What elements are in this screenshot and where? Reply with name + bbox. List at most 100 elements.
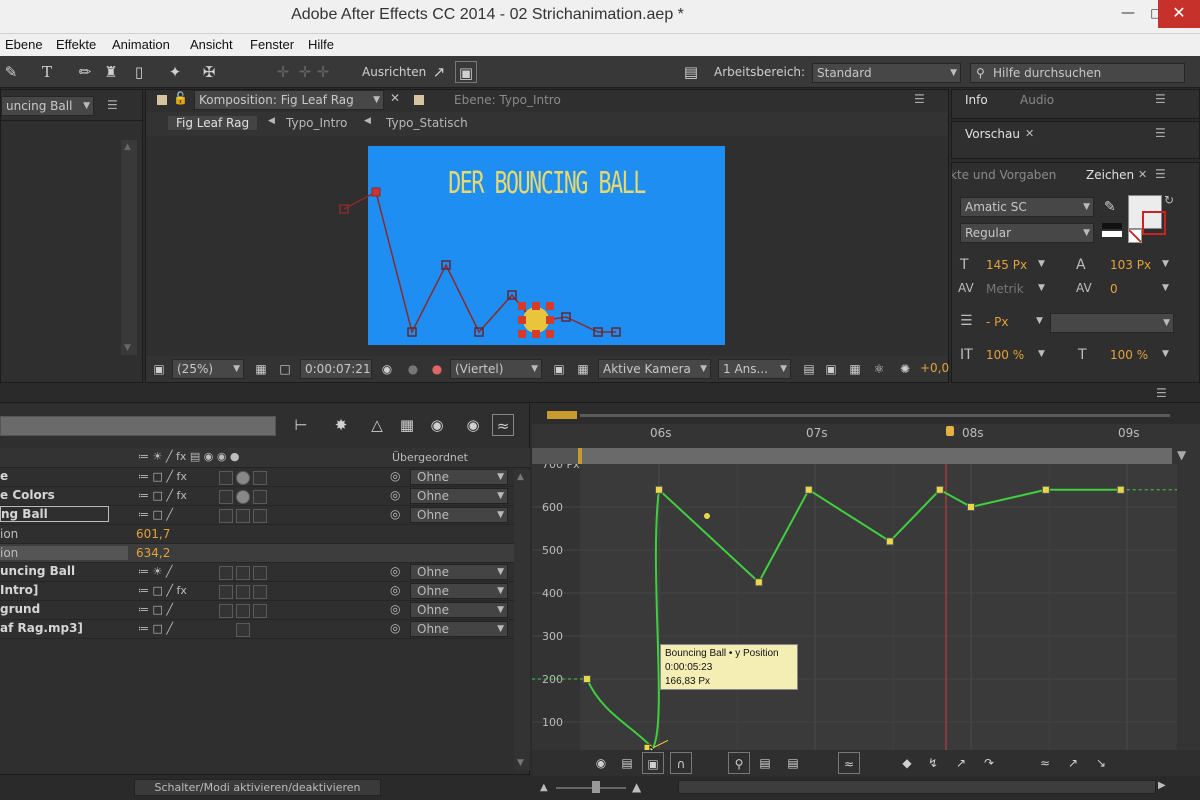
panel-menu-icon[interactable]: ☰ — [1155, 126, 1166, 140]
no-color-swatch[interactable] — [1128, 229, 1142, 243]
help-search-input[interactable]: ⚲ Hilfe durchsuchen — [970, 63, 1185, 83]
switch-box[interactable] — [253, 509, 267, 523]
property-value[interactable]: 601,7 — [136, 527, 170, 541]
layer-switches[interactable]: ≔ □ ╱ — [138, 622, 173, 635]
eraser-icon[interactable]: ▯ — [128, 61, 150, 83]
tab-info[interactable]: Info — [965, 93, 988, 107]
chevron-down-icon[interactable]: ▼ — [1162, 259, 1169, 269]
switch-box[interactable] — [236, 585, 250, 599]
easy-ease-icon[interactable]: ≈ — [1034, 752, 1056, 774]
zoom-select[interactable]: (25%) ▼ — [172, 359, 244, 379]
motion-path[interactable] — [146, 90, 946, 380]
switch-box[interactable] — [236, 623, 250, 637]
switch-box[interactable] — [236, 471, 250, 485]
parent-select[interactable]: Ohne ▼ — [410, 602, 508, 618]
close-icon[interactable]: ✕ — [1158, 0, 1200, 28]
safe-zones-icon[interactable]: ▦ — [250, 358, 272, 380]
layer-switches[interactable]: ≔ □ ╱ fx — [138, 584, 187, 597]
pen-tool-icon[interactable]: ✎ — [0, 61, 22, 83]
toggle-switches-modes-button[interactable]: Schalter/Modi aktivieren/deaktivieren — [134, 779, 381, 796]
easy-ease-out-icon[interactable]: ↘ — [1090, 752, 1112, 774]
switch-box[interactable] — [236, 566, 250, 580]
edit-keyframe-icon[interactable]: ◆ — [896, 752, 918, 774]
menu-animation[interactable]: Animation — [112, 37, 170, 52]
switch-box[interactable] — [219, 509, 233, 523]
linear-keyframe-icon[interactable]: ↗ — [950, 752, 972, 774]
parent-select[interactable]: Ohne ▼ — [410, 564, 508, 580]
zoom-slider-thumb[interactable] — [592, 781, 600, 793]
layer-switches[interactable]: ≔ □ ╱ fx — [138, 470, 187, 483]
camera-select[interactable]: Aktive Kamera ▼ — [598, 359, 711, 379]
menu-ansicht[interactable]: Ansicht — [190, 37, 233, 52]
tab-vorschau[interactable]: Vorschau — [965, 127, 1020, 141]
work-area-handle[interactable] — [547, 411, 577, 419]
pickwhip-icon[interactable]: ◎ — [390, 564, 400, 578]
text-tool-icon[interactable]: T — [36, 61, 58, 83]
layer-row[interactable]: Intro] ≔ □ ╱ fx ◎ Ohne ▼ — [0, 582, 530, 601]
vertical-scale-value[interactable]: 100 % — [986, 348, 1024, 362]
puppet-pin-icon[interactable]: ✠ — [198, 61, 220, 83]
pickwhip-icon[interactable]: ◎ — [390, 469, 400, 483]
tab-zeichen[interactable]: Zeichen — [1086, 168, 1134, 182]
parent-select[interactable]: Ohne ▼ — [410, 488, 508, 504]
workspace-icon[interactable]: ▤ — [678, 61, 704, 83]
switch-box[interactable] — [253, 471, 267, 485]
snapshot-camera-icon[interactable]: ◉ — [376, 358, 398, 380]
layer-switches[interactable]: ≔ □ ╱ fx — [138, 489, 187, 502]
layer-row-selected[interactable]: ng Ball ≔ □ ╱ ◎ Ohne ▼ — [0, 506, 530, 525]
timeline-icon[interactable]: ▦ — [844, 358, 866, 380]
work-area-track[interactable] — [580, 414, 1170, 417]
transparency-grid-icon[interactable]: ▦ — [572, 358, 594, 380]
switch-box[interactable] — [236, 509, 250, 523]
switch-box[interactable] — [219, 566, 233, 580]
snap-edges-icon[interactable]: ↗ — [428, 61, 450, 83]
minimize-icon[interactable]: — — [1114, 0, 1142, 28]
panel-menu-icon[interactable]: ☰ — [1156, 386, 1167, 400]
roto-brush-icon[interactable]: ✦ — [164, 61, 186, 83]
fast-preview-icon[interactable]: ▣ — [548, 358, 570, 380]
switch-box[interactable] — [236, 604, 250, 618]
switch-box[interactable] — [219, 490, 233, 504]
scroll-right-icon[interactable]: ▶ — [1158, 780, 1166, 791]
pickwhip-icon[interactable]: ◎ — [390, 621, 400, 635]
fit-all-icon[interactable]: ▤ — [782, 752, 804, 774]
close-tab-icon[interactable]: ✕ — [1138, 168, 1147, 181]
stroke-color-swatch[interactable] — [1142, 211, 1166, 235]
layer-in-point[interactable] — [578, 448, 582, 464]
layer-search-input[interactable] — [0, 416, 276, 436]
separate-dimensions-icon[interactable]: ≈ — [838, 752, 860, 774]
fast-previews-icon[interactable]: ▣ — [820, 358, 842, 380]
white-swatch[interactable] — [1102, 231, 1122, 237]
tab-effekte-vorgaben[interactable]: kte und Vorgaben — [952, 168, 1056, 182]
graph-type-icon[interactable]: ▤ — [616, 752, 638, 774]
switch-box[interactable] — [253, 585, 267, 599]
horizontal-scale-value[interactable]: 100 % — [1110, 348, 1148, 362]
graph-area[interactable]: 700 Px600500400300200100 — [532, 464, 1177, 754]
layer-switches[interactable]: ≔ □ ╱ — [138, 603, 173, 616]
show-properties-icon[interactable]: ◉ — [590, 752, 612, 774]
zoom-in-icon[interactable]: ▲ — [632, 780, 641, 794]
parent-select[interactable]: Ohne ▼ — [410, 507, 508, 523]
fit-selection-icon[interactable]: ▤ — [754, 752, 776, 774]
chevron-down-icon[interactable]: ▼ — [1038, 259, 1045, 269]
property-value[interactable]: 634,2 — [136, 546, 170, 560]
font-style-select[interactable]: Regular ▼ — [960, 223, 1094, 243]
layer-row[interactable]: af Rag.mp3] ≔ □ ╱ ◎ Ohne ▼ — [0, 620, 530, 639]
layer-switches[interactable]: ≔ □ ╱ — [138, 508, 173, 521]
color-channels-icon[interactable]: ● — [426, 358, 448, 380]
layer-duration-bar[interactable] — [582, 448, 1172, 464]
chevron-down-icon[interactable]: ▼ — [1038, 349, 1045, 359]
layer-row[interactable]: e ≔ □ ╱ fx ◎ Ohne ▼ — [0, 468, 530, 487]
panel-menu-icon[interactable]: ☰ — [107, 98, 118, 112]
property-row[interactable]: ion 601,7 — [0, 525, 530, 544]
resolution-select[interactable]: (Viertel) ▼ — [450, 359, 542, 379]
parent-select[interactable]: Ohne ▼ — [410, 621, 508, 637]
zoom-slider[interactable] — [556, 787, 626, 789]
menu-fenster[interactable]: Fenster — [250, 37, 294, 52]
switch-box[interactable] — [219, 604, 233, 618]
swap-colors-icon[interactable]: ↻ — [1164, 193, 1174, 207]
switch-box[interactable] — [219, 471, 233, 485]
tracking-value[interactable]: 0 — [1110, 282, 1118, 296]
kerning-value[interactable]: Metrik — [986, 282, 1024, 296]
chevron-down-icon[interactable]: ▼ — [1162, 349, 1169, 359]
